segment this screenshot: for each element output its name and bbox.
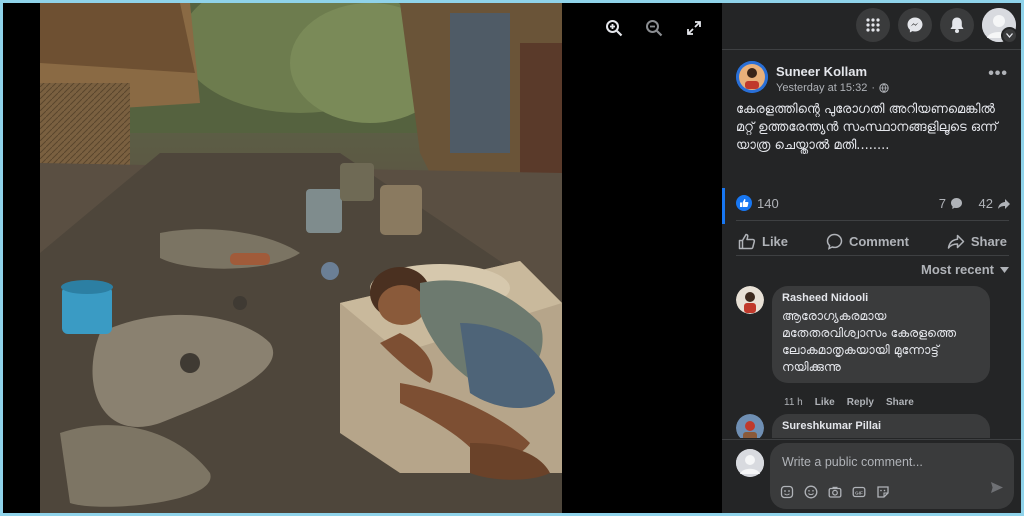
- like-button-label: Like: [762, 234, 789, 249]
- composer-toolbar: GIF: [780, 485, 890, 499]
- notifications-bell-icon[interactable]: [940, 8, 974, 42]
- share-button[interactable]: Share: [939, 229, 1015, 254]
- header-divider: [722, 49, 1021, 50]
- share-arrow-icon: [998, 198, 1010, 209]
- comment-button[interactable]: Comment: [818, 229, 917, 254]
- composer-divider: [722, 439, 1021, 440]
- comment-item: Sureshkumar Pillai: [736, 414, 1006, 438]
- share-count: 42: [978, 196, 993, 211]
- fullscreen-icon[interactable]: [683, 17, 705, 39]
- app-frame: Suneer Kollam Yesterday at 15:32 · ••• ക…: [3, 3, 1021, 513]
- svg-text:GIF: GIF: [855, 490, 863, 495]
- post-timestamp: Yesterday at 15:32 ·: [776, 82, 889, 94]
- comment-button-label: Comment: [848, 234, 909, 249]
- post-sidebar: Suneer Kollam Yesterday at 15:32 · ••• ക…: [722, 3, 1021, 513]
- like-button[interactable]: Like: [730, 229, 796, 254]
- comment-text: ആരോഗ്യകരമായ മതേതരവിശ്വാസം കേരളത്തെ ലോകമാ…: [782, 308, 957, 374]
- comment-count-stat[interactable]: 7: [939, 196, 963, 211]
- post-photo[interactable]: [40, 3, 562, 513]
- emoji-icon[interactable]: [804, 485, 818, 499]
- comment-meta: 11 h Like Reply Share: [784, 397, 914, 408]
- comment-composer: GIF: [736, 443, 1016, 509]
- commenter-avatar[interactable]: [736, 286, 764, 314]
- comment-bubble: Rasheed Nidooli ആരോഗ്യകരമായ മതേതരവിശ്വാസ…: [772, 286, 990, 383]
- post-stats: 140 7 42: [736, 193, 1011, 215]
- comment-time[interactable]: 11 h: [784, 397, 803, 408]
- post-body-text: കേരളത്തിന്റെ പുരോഗതി അറിയണമെങ്കിൽ മറ്റ് …: [736, 102, 998, 153]
- comment-count: 7: [938, 196, 946, 211]
- sort-label: Most recent: [921, 262, 994, 277]
- comment-sort-dropdown[interactable]: Most recent: [921, 262, 1009, 277]
- photo-viewer: [3, 3, 722, 513]
- comment-share-link[interactable]: Share: [886, 397, 914, 408]
- reaction-count[interactable]: 140: [757, 196, 779, 211]
- zoom-out-icon[interactable]: [643, 17, 665, 39]
- zoom-in-icon[interactable]: [603, 17, 625, 39]
- comment-bubble: Sureshkumar Pillai: [772, 414, 990, 438]
- share-icon: [947, 234, 965, 249]
- camera-icon[interactable]: [828, 485, 842, 499]
- comment-icon: [826, 233, 843, 250]
- stats-divider: [736, 220, 1009, 221]
- photo-illustration: [40, 3, 562, 513]
- messenger-icon[interactable]: [898, 8, 932, 42]
- globe-icon: [879, 83, 889, 93]
- gif-icon[interactable]: GIF: [852, 485, 866, 499]
- avatar-sticker-icon[interactable]: [876, 485, 890, 499]
- comment-input-box: GIF: [770, 443, 1014, 509]
- like-reaction-icon[interactable]: [736, 195, 752, 211]
- commenter-name[interactable]: Rasheed Nidooli: [782, 292, 978, 304]
- menu-grid-icon[interactable]: [856, 8, 890, 42]
- sticker-icon[interactable]: [780, 485, 794, 499]
- profile-avatar[interactable]: [982, 8, 1018, 44]
- share-count-stat[interactable]: 42: [979, 196, 1011, 211]
- caret-down-icon: [1000, 266, 1009, 273]
- author-avatar[interactable]: [736, 61, 768, 93]
- comment-like-link[interactable]: Like: [815, 397, 835, 408]
- focus-indicator: [722, 188, 725, 224]
- author-name[interactable]: Suneer Kollam: [776, 64, 867, 79]
- actions-divider: [736, 255, 1009, 256]
- post-options-icon[interactable]: •••: [988, 65, 1008, 83]
- comment-bubble-icon: [951, 198, 962, 209]
- share-button-label: Share: [970, 234, 1007, 249]
- send-icon[interactable]: [990, 481, 1004, 499]
- top-navigation: [856, 8, 1018, 44]
- like-thumb-icon: [738, 233, 756, 250]
- comment-input[interactable]: [780, 451, 1004, 473]
- viewer-toolbar: [603, 17, 705, 39]
- current-user-avatar[interactable]: [736, 449, 764, 477]
- post-actions: Like Comment Share: [730, 229, 1015, 254]
- commenter-name[interactable]: Sureshkumar Pillai: [782, 420, 978, 432]
- chevron-down-icon: [1001, 27, 1018, 44]
- comment-reply-link[interactable]: Reply: [847, 397, 874, 408]
- commenter-avatar[interactable]: [736, 414, 764, 438]
- comment-item: Rasheed Nidooli ആരോഗ്യകരമായ മതേതരവിശ്വാസ…: [736, 286, 1006, 416]
- post-time-text[interactable]: Yesterday at 15:32: [776, 82, 867, 94]
